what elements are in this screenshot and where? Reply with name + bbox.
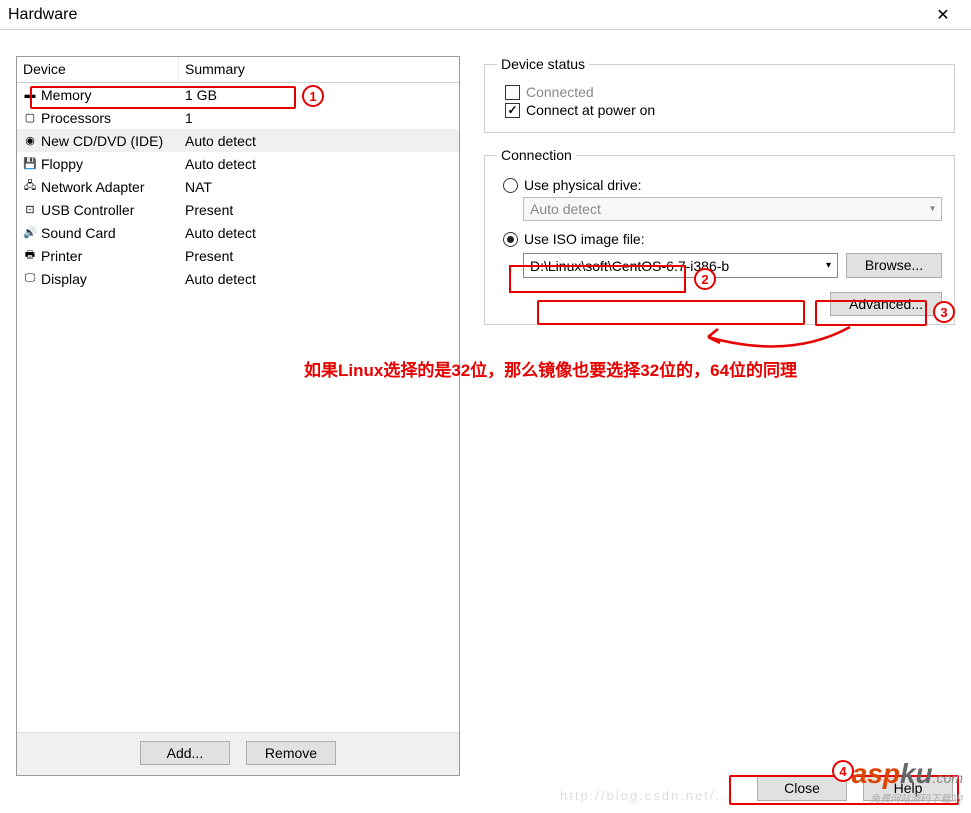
connected-checkbox — [505, 85, 520, 100]
device-row[interactable]: ▢ Processors 1 — [17, 106, 459, 129]
physical-drive-combo: Auto detect ▾ — [523, 197, 942, 221]
printer-icon: 🖶 — [23, 249, 37, 263]
device-row[interactable]: 🖶 Printer Present — [17, 244, 459, 267]
table-header: Device Summary — [17, 57, 459, 83]
col-device[interactable]: Device — [17, 57, 179, 82]
physical-drive-row: Use physical drive: — [503, 177, 942, 193]
device-status-legend: Device status — [497, 56, 589, 72]
device-list: ▬ Memory 1 GB ▢ Processors 1 ◉ New CD/DVD (IDE)… — [17, 83, 459, 732]
device-name: New CD/DVD (IDE) — [41, 133, 163, 149]
memory-icon: ▬ — [23, 88, 37, 102]
device-row[interactable]: 🔊 Sound Card Auto detect — [17, 221, 459, 244]
sound-icon: 🔊 — [23, 226, 37, 240]
device-summary: Present — [179, 202, 459, 218]
device-summary: Auto detect — [179, 133, 459, 149]
usb-icon: ⊡ — [23, 203, 37, 217]
cpu-icon: ▢ — [23, 111, 37, 125]
display-icon: 🖵 — [23, 272, 37, 286]
iso-path-combo[interactable]: D:\Linux\soft\CentOS-6.7-i386-b ▾ — [523, 253, 838, 278]
iso-radio[interactable] — [503, 232, 518, 247]
device-status-group: Device status Connected Connect at power… — [484, 56, 955, 133]
physical-radio[interactable] — [503, 178, 518, 193]
connection-legend: Connection — [497, 147, 576, 163]
connected-row: Connected — [505, 84, 942, 100]
device-summary: Auto detect — [179, 271, 459, 287]
content: Device Summary ▬ Memory 1 GB ▢ Processors 1 ◉ N… — [0, 30, 971, 784]
device-row[interactable]: ⊡ USB Controller Present — [17, 198, 459, 221]
physical-label: Use physical drive: — [524, 177, 642, 193]
device-row[interactable]: 🖵 Display Auto detect — [17, 267, 459, 290]
right-panel: Device status Connected Connect at power… — [484, 56, 955, 776]
bottom-buttons: Close Help — [757, 775, 953, 801]
device-name: Floppy — [41, 156, 83, 172]
device-summary: 1 — [179, 110, 459, 126]
connection-group: Connection Use physical drive: Auto dete… — [484, 147, 955, 325]
device-name: Memory — [41, 87, 92, 103]
close-button[interactable]: Close — [757, 775, 847, 801]
window-title: Hardware — [8, 6, 77, 24]
url-watermark: http://blog.csdn.net/... — [560, 788, 732, 803]
poweron-label: Connect at power on — [526, 102, 655, 118]
iso-row: Use ISO image file: — [503, 231, 942, 247]
iso-path-value: D:\Linux\soft\CentOS-6.7-i386-b — [530, 258, 729, 274]
device-row[interactable]: ◉ New CD/DVD (IDE) Auto detect — [17, 129, 459, 152]
device-row[interactable]: 💾 Floppy Auto detect — [17, 152, 459, 175]
chevron-down-icon: ▾ — [930, 204, 935, 215]
close-icon[interactable]: ✕ — [923, 1, 963, 29]
cd-icon: ◉ — [23, 134, 37, 148]
col-summary[interactable]: Summary — [179, 57, 459, 82]
device-summary: Auto detect — [179, 156, 459, 172]
device-summary: Auto detect — [179, 225, 459, 241]
physical-drive-value: Auto detect — [530, 201, 601, 217]
device-name: USB Controller — [41, 202, 134, 218]
advanced-button[interactable]: Advanced... — [830, 292, 942, 316]
titlebar: Hardware ✕ — [0, 0, 971, 30]
browse-button[interactable]: Browse... — [846, 253, 942, 278]
device-name: Network Adapter — [41, 179, 145, 195]
device-name: Printer — [41, 248, 82, 264]
poweron-checkbox[interactable] — [505, 103, 520, 118]
chevron-down-icon[interactable]: ▾ — [826, 260, 831, 271]
floppy-icon: 💾 — [23, 157, 37, 171]
poweron-row: Connect at power on — [505, 102, 942, 118]
device-row[interactable]: 🖧 Network Adapter NAT — [17, 175, 459, 198]
help-button[interactable]: Help — [863, 775, 953, 801]
device-name: Sound Card — [41, 225, 116, 241]
device-name: Display — [41, 271, 87, 287]
remove-button[interactable]: Remove — [246, 741, 336, 765]
iso-label: Use ISO image file: — [524, 231, 645, 247]
device-summary: Present — [179, 248, 459, 264]
device-name: Processors — [41, 110, 111, 126]
left-buttons: Add... Remove — [17, 732, 459, 775]
annotation-note: 如果Linux选择的是32位，那么镜像也要选择32位的，64位的同理 — [304, 356, 797, 381]
iso-input-row: D:\Linux\soft\CentOS-6.7-i386-b ▾ Browse… — [523, 253, 942, 278]
device-panel: Device Summary ▬ Memory 1 GB ▢ Processors 1 ◉ N… — [16, 56, 460, 776]
net-icon: 🖧 — [23, 180, 37, 194]
add-button[interactable]: Add... — [140, 741, 230, 765]
device-row[interactable]: ▬ Memory 1 GB — [17, 83, 459, 106]
connected-label: Connected — [526, 84, 594, 100]
device-summary: 1 GB — [179, 87, 459, 103]
device-summary: NAT — [179, 179, 459, 195]
